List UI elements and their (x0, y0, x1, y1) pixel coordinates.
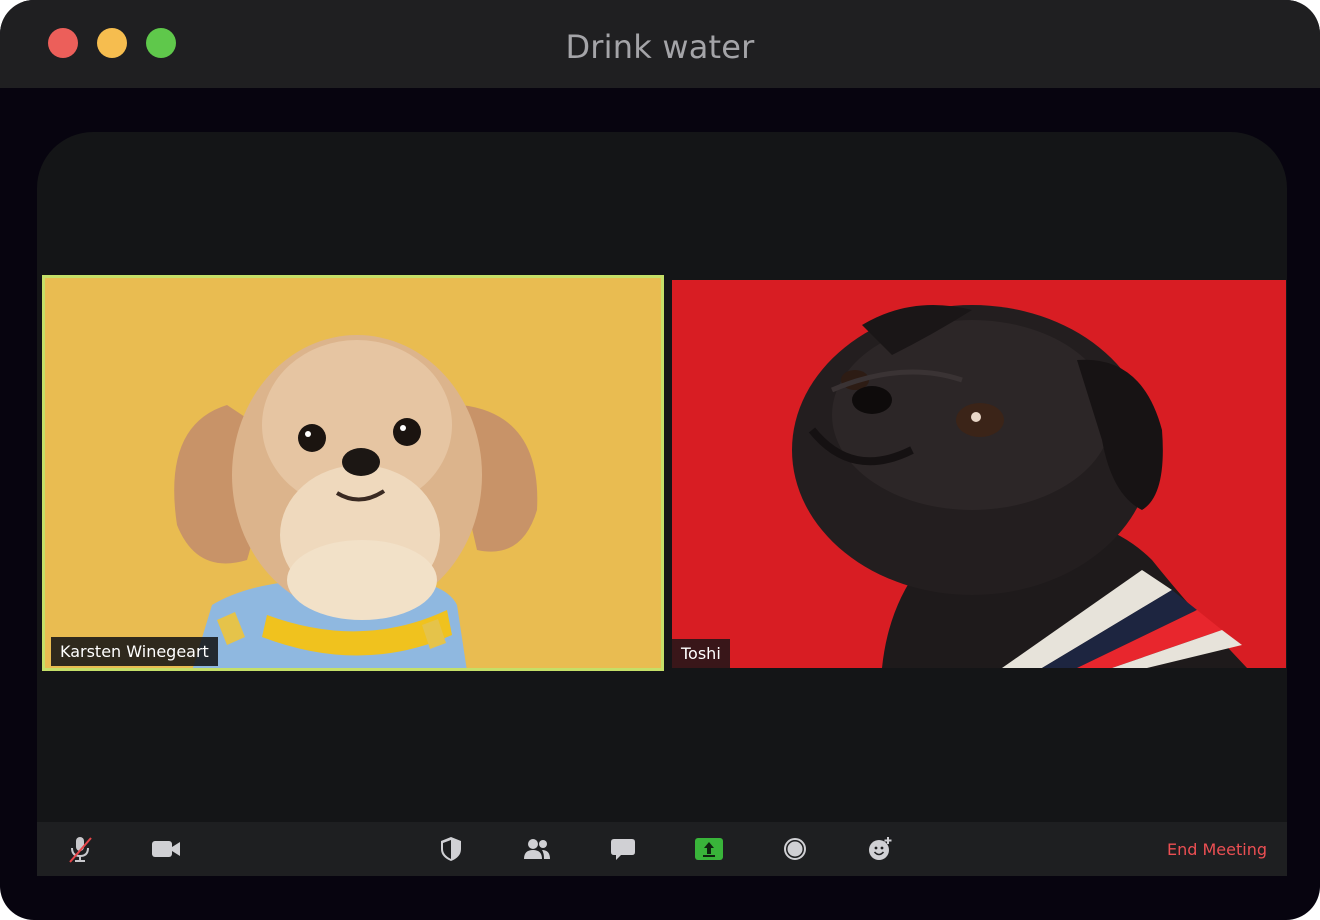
record-icon (784, 838, 806, 860)
record-button[interactable] (765, 822, 825, 876)
video-camera-icon (152, 841, 180, 857)
share-screen-button[interactable] (679, 822, 739, 876)
mute-microphone-button[interactable] (50, 822, 110, 876)
participant-tile-toshi[interactable]: Toshi (672, 280, 1286, 668)
end-meeting-button[interactable]: End Meeting (1167, 822, 1267, 876)
meeting-window: Drink water Karsten Winegeart Toshi End … (0, 0, 1320, 920)
participant-tile-karsten-winegeart[interactable]: Karsten Winegeart (42, 275, 664, 671)
participant-video-shih-tzu (42, 275, 664, 671)
reaction-icon (869, 837, 892, 860)
chat-button[interactable] (593, 822, 653, 876)
chat-bubble-icon (611, 839, 635, 860)
microphone-muted-icon (69, 837, 92, 863)
participants-button[interactable] (507, 822, 567, 876)
title-bar: Drink water (0, 0, 1320, 88)
participant-video-pug (672, 280, 1286, 668)
reactions-button[interactable] (851, 822, 911, 876)
participant-name-tag: Toshi (672, 639, 730, 668)
share-screen-icon (695, 838, 723, 860)
shield-security-icon (441, 837, 461, 861)
meeting-toolbar: End Meeting (37, 822, 1287, 876)
participant-name-tag: Karsten Winegeart (51, 637, 218, 666)
security-button[interactable] (421, 822, 481, 876)
meeting-area: Karsten Winegeart Toshi End Meeting (37, 132, 1287, 876)
participants-icon (524, 839, 550, 859)
toggle-video-button[interactable] (136, 822, 196, 876)
window-title: Drink water (565, 28, 755, 66)
